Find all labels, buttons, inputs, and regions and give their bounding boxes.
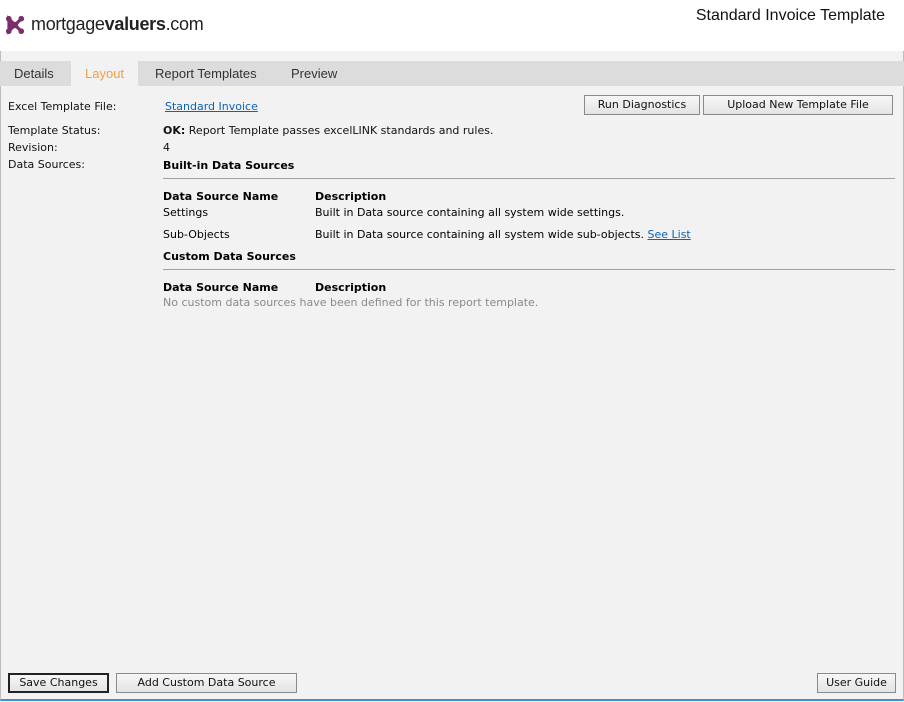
builtin-section-title: Built-in Data Sources	[163, 159, 295, 172]
tab-details[interactable]: Details	[0, 61, 68, 86]
upload-template-button[interactable]: Upload New Template File	[703, 95, 893, 115]
run-diagnostics-button[interactable]: Run Diagnostics	[584, 95, 700, 115]
excel-template-link[interactable]: Standard Invoice	[165, 100, 258, 113]
builtin-row-desc: Built in Data source containing all syst…	[315, 228, 691, 241]
logo-mark-icon	[6, 14, 24, 35]
add-custom-data-source-button[interactable]: Add Custom Data Source	[116, 673, 297, 693]
user-guide-button[interactable]: User Guide	[817, 673, 896, 693]
custom-col-desc: Description	[315, 281, 387, 294]
brand-logo: mortgagevaluers.com	[5, 14, 204, 35]
tab-layout[interactable]: Layout	[71, 61, 139, 86]
custom-divider	[163, 269, 895, 270]
custom-empty-message: No custom data sources have been defined…	[163, 296, 539, 309]
builtin-row-name: Settings	[163, 206, 209, 219]
custom-col-name: Data Source Name	[163, 281, 279, 294]
excel-template-label: Excel Template File:	[8, 100, 117, 113]
tab-preview[interactable]: Preview	[277, 61, 351, 86]
see-list-link[interactable]: See List	[648, 228, 691, 241]
header: mortgagevaluers.com Standard Invoice Tem…	[0, 0, 904, 51]
builtin-row-desc: Built in Data source containing all syst…	[315, 206, 625, 219]
builtin-divider	[163, 178, 895, 179]
save-changes-button[interactable]: Save Changes	[8, 673, 109, 693]
template-status-value: OK: Report Template passes excelLINK sta…	[163, 124, 494, 137]
custom-section-title: Custom Data Sources	[163, 250, 296, 263]
builtin-col-desc: Description	[315, 190, 387, 203]
brand-name: mortgagevaluers.com	[31, 14, 204, 34]
revision-value: 4	[163, 141, 170, 154]
builtin-col-name: Data Source Name	[163, 190, 279, 203]
data-sources-label: Data Sources:	[8, 158, 85, 171]
tab-bar: Details Layout Report Templates Preview	[0, 61, 904, 86]
builtin-row-name: Sub-Objects	[163, 228, 230, 241]
revision-label: Revision:	[8, 141, 58, 154]
template-status-label: Template Status:	[8, 124, 101, 137]
page-title: Standard Invoice Template	[695, 7, 885, 24]
tab-report-templates[interactable]: Report Templates	[141, 61, 271, 86]
